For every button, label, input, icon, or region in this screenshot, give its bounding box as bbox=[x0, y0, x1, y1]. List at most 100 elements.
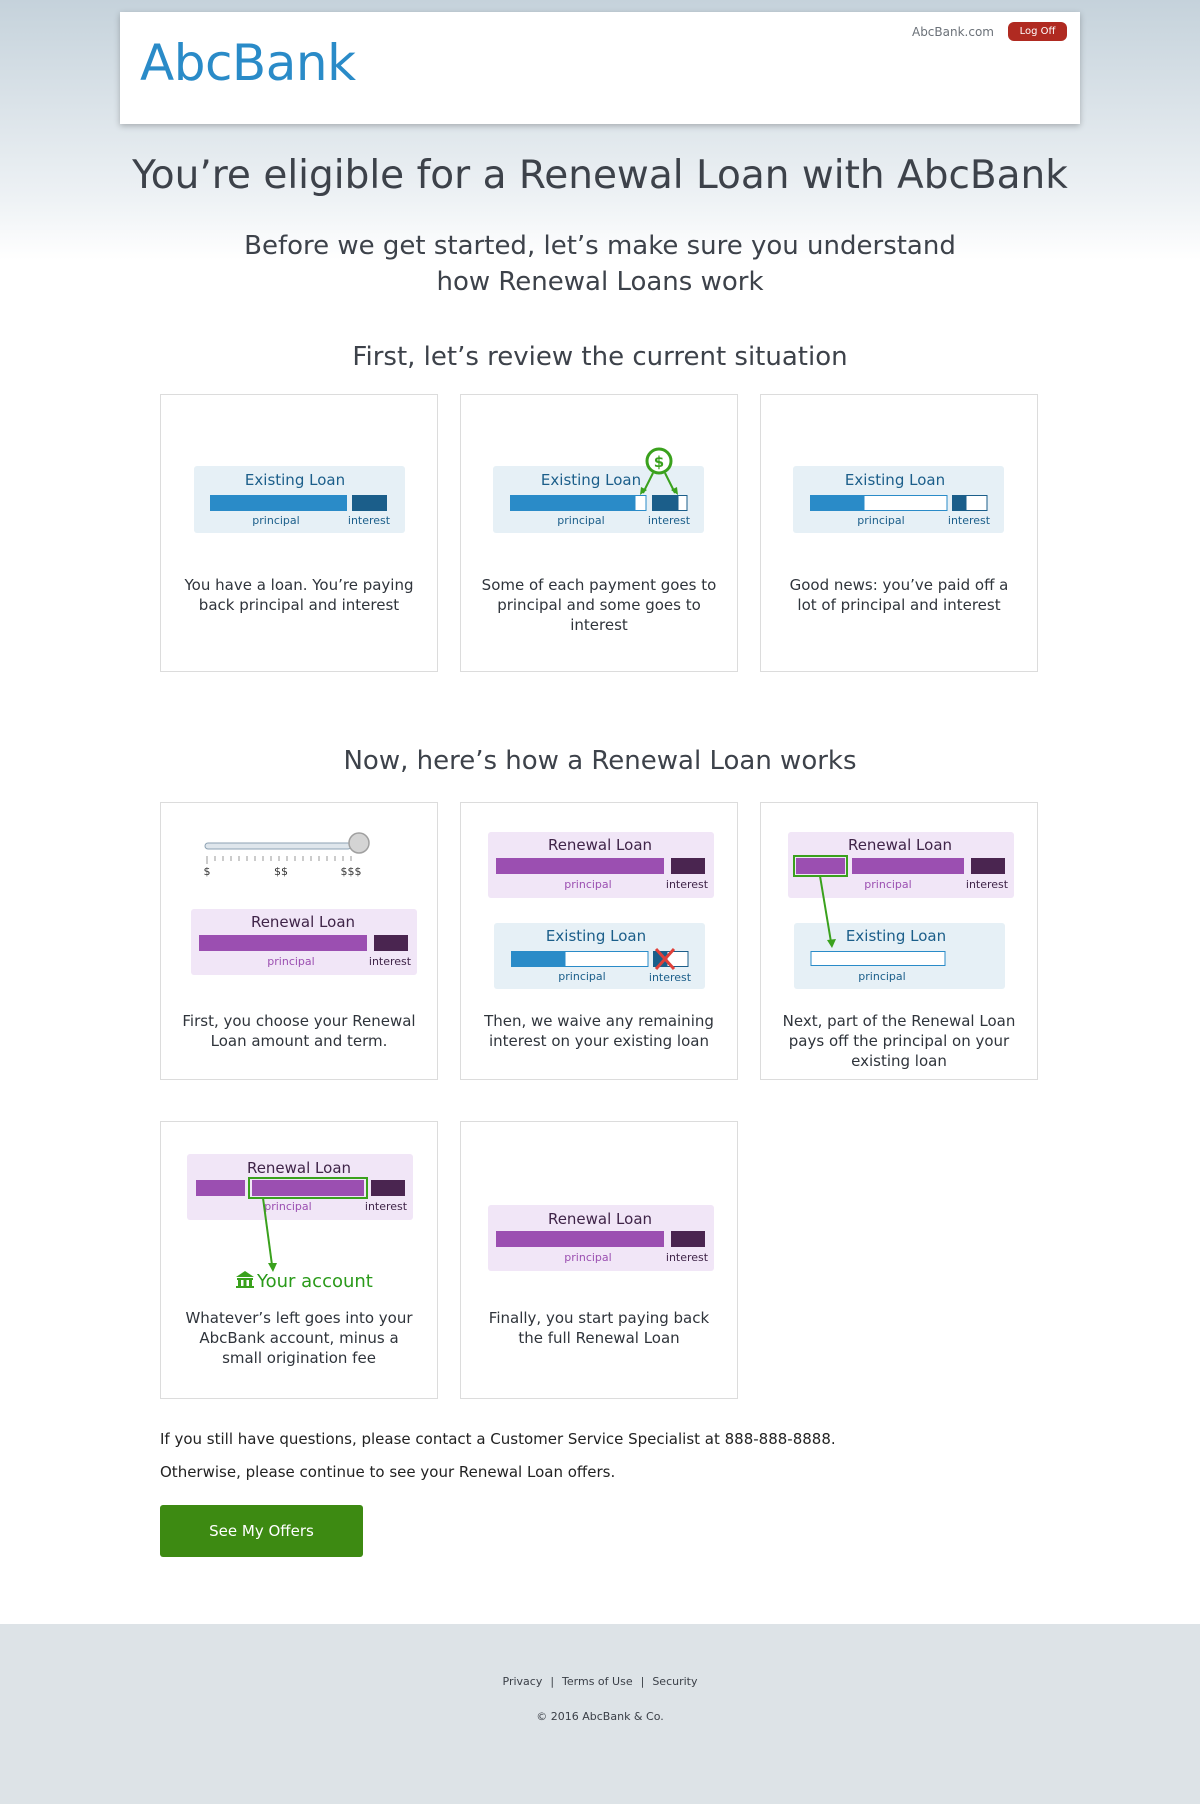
renewal-interest-bar bbox=[971, 858, 1005, 874]
contact-text: If you still have questions, please cont… bbox=[160, 1430, 836, 1448]
renewal-principal-bar bbox=[199, 935, 367, 951]
principal-bar bbox=[210, 495, 347, 511]
principal-paid-segment bbox=[863, 495, 948, 511]
principal-paid-segment bbox=[564, 951, 649, 967]
renewal-principal-bar bbox=[852, 858, 964, 874]
principal-label: principal bbox=[252, 514, 299, 527]
section-title-how-it-works: Now, here’s how a Renewal Loan works bbox=[343, 746, 857, 776]
start-paying-diagram: Renewal Loan principal interest bbox=[488, 1205, 714, 1271]
renewal-interest-bar bbox=[371, 1180, 405, 1196]
card-choose-amount: $ $$ $$$ Renewal Loan principal interest… bbox=[160, 802, 438, 1080]
card-caption: You have a loan. You’re paying back prin… bbox=[184, 576, 414, 614]
renewal-loan-label: Renewal Loan bbox=[251, 913, 355, 931]
existing-loan-label: Existing Loan bbox=[245, 471, 345, 489]
slider-ticks bbox=[206, 856, 352, 864]
interest-paid-segment bbox=[965, 495, 988, 511]
principal-label: principal bbox=[858, 970, 905, 983]
renewal-loan-label: Renewal Loan bbox=[848, 836, 952, 854]
principal-bar bbox=[810, 495, 864, 511]
interest-label: interest bbox=[348, 514, 391, 527]
footer-link-terms[interactable]: Terms of Use bbox=[562, 1675, 633, 1688]
slider-high-label: $$$ bbox=[341, 865, 362, 878]
interest-label: interest bbox=[365, 1200, 408, 1213]
principal-bar bbox=[510, 495, 635, 511]
existing-loan-label: Existing Loan bbox=[546, 927, 646, 945]
slider-low-label: $ bbox=[204, 865, 211, 878]
page-title: You’re eligible for a Renewal Loan with … bbox=[132, 153, 1068, 198]
interest-label: interest bbox=[649, 971, 692, 984]
renewal-loan-label: Renewal Loan bbox=[247, 1159, 351, 1177]
bank-icon bbox=[236, 1271, 254, 1288]
principal-paid-segment bbox=[634, 495, 647, 511]
interest-bar bbox=[952, 495, 966, 511]
principal-label: principal bbox=[558, 970, 605, 983]
card-payment-split: Existing Loan principal interest $ Some … bbox=[460, 394, 738, 672]
interest-label: interest bbox=[369, 955, 412, 968]
interest-paid-segment bbox=[677, 495, 688, 511]
renewal-interest-bar bbox=[671, 1231, 705, 1247]
interest-label: interest bbox=[666, 878, 709, 891]
card-paid-off: Existing Loan principal interest Good ne… bbox=[760, 394, 1038, 672]
principal-label: principal bbox=[557, 514, 604, 527]
log-off-button[interactable]: Log Off bbox=[1008, 22, 1067, 41]
copyright: © 2016 AbcBank & Co. bbox=[536, 1710, 664, 1723]
amount-slider-track bbox=[204, 842, 352, 850]
interest-bar bbox=[652, 495, 678, 511]
site-link[interactable]: AbcBank.com bbox=[912, 25, 994, 39]
card-existing-loan: Existing Loan principal interest You hav… bbox=[160, 394, 438, 672]
footer-separator: | bbox=[640, 1675, 645, 1688]
card-caption: Then, we waive any remaining interest on… bbox=[484, 1012, 714, 1050]
principal-label: principal bbox=[264, 1200, 311, 1213]
slider-mid-label: $$ bbox=[274, 865, 288, 878]
card-caption: Next, part of the Renewal Loan pays off … bbox=[782, 1012, 1016, 1070]
footer-separator: | bbox=[550, 1675, 555, 1688]
renewal-principal-bar bbox=[496, 858, 664, 874]
card-caption: First, you choose your Renewal Loan amou… bbox=[182, 1012, 416, 1050]
principal-bar bbox=[511, 951, 565, 967]
principal-label: principal bbox=[564, 1251, 611, 1264]
continue-text: Otherwise, please continue to see your R… bbox=[160, 1463, 616, 1481]
renewal-interest-bar bbox=[374, 935, 408, 951]
card-start-paying: Renewal Loan principal interest Finally,… bbox=[460, 1121, 738, 1399]
slider-thumb[interactable] bbox=[348, 832, 370, 854]
principal-label: principal bbox=[864, 878, 911, 891]
dollar-sign: $ bbox=[654, 453, 664, 471]
see-my-offers-button[interactable]: See My Offers bbox=[160, 1505, 363, 1557]
renewal-payoff-segment bbox=[196, 1180, 245, 1196]
subtitle-line-2: how Renewal Loans work bbox=[436, 267, 764, 297]
interest-label: interest bbox=[648, 514, 691, 527]
your-account-label: Your account bbox=[256, 1271, 373, 1292]
section-title-current-situation: First, let’s review the current situatio… bbox=[352, 342, 848, 372]
header: AbcBank AbcBank.com Log Off bbox=[120, 12, 1080, 124]
card-caption: Finally, you start paying back the full … bbox=[488, 1309, 710, 1347]
principal-label: principal bbox=[564, 878, 611, 891]
renewal-principal-bar bbox=[496, 1231, 664, 1247]
renewal-remainder-segment bbox=[252, 1180, 364, 1196]
principal-label: principal bbox=[267, 955, 314, 968]
interest-bar bbox=[352, 495, 387, 511]
existing-loan-label: Existing Loan bbox=[845, 471, 945, 489]
renewal-interest-bar bbox=[671, 858, 705, 874]
card-caption: Good news: you’ve paid off a lot of prin… bbox=[789, 576, 1009, 614]
principal-label: principal bbox=[857, 514, 904, 527]
card-deposit-remainder: Renewal Loan principal interest Your acc… bbox=[160, 1121, 438, 1399]
bank-logo[interactable]: AbcBank bbox=[140, 34, 356, 92]
card-caption: Whatever’s left goes into your AbcBank a… bbox=[185, 1309, 413, 1367]
existing-loan-diagram: Existing Loan principal interest bbox=[194, 466, 405, 533]
renewal-loan-label: Renewal Loan bbox=[548, 1210, 652, 1228]
renewal-payoff-segment bbox=[796, 858, 845, 874]
existing-loan-label: Existing Loan bbox=[846, 927, 946, 945]
footer-link-security[interactable]: Security bbox=[652, 1675, 697, 1688]
footer-links: Privacy | Terms of Use | Security bbox=[0, 1675, 1200, 1688]
existing-loan-label: Existing Loan bbox=[541, 471, 641, 489]
interest-label: interest bbox=[966, 878, 1009, 891]
renewal-loan-label: Renewal Loan bbox=[548, 836, 652, 854]
page-subtitle: Before we get started, let’s make sure y… bbox=[200, 228, 1000, 300]
card-pay-off-principal: Renewal Loan principal interest Existing… bbox=[760, 802, 1038, 1080]
subtitle-line-1: Before we get started, let’s make sure y… bbox=[244, 231, 956, 261]
interest-label: interest bbox=[948, 514, 991, 527]
interest-label: interest bbox=[666, 1251, 709, 1264]
card-waive-interest: Renewal Loan principal interest Existing… bbox=[460, 802, 738, 1080]
card-caption: Some of each payment goes to principal a… bbox=[481, 576, 717, 634]
footer-link-privacy[interactable]: Privacy bbox=[503, 1675, 543, 1688]
